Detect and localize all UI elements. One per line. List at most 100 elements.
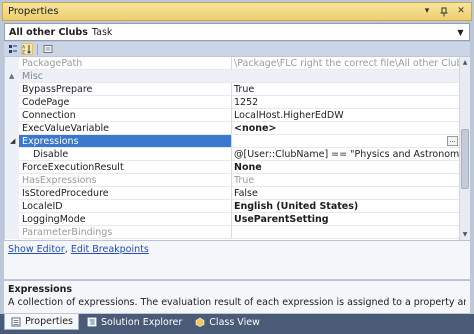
property-value-text: English (United States)	[234, 201, 359, 212]
property-name[interactable]: ForceExecutionResult	[19, 161, 232, 174]
row-gutter	[5, 213, 19, 226]
scroll-up-icon[interactable]: ▲	[460, 57, 470, 68]
solution-explorer-icon	[86, 317, 97, 328]
property-row[interactable]: HasExpressions True	[5, 174, 460, 187]
property-grid: PackagePath \Package\FLC right the correc…	[4, 57, 470, 240]
property-name[interactable]: BypassPrepare	[19, 83, 232, 96]
tool-window-tabs: Properties Solution Explorer Class View	[0, 314, 474, 334]
property-value-text: \Package\FLC right the correct file\All …	[234, 58, 460, 69]
collapse-category-icon[interactable]: ▲	[9, 72, 14, 80]
show-editor-link[interactable]: Show Editor	[8, 244, 65, 255]
tab-properties[interactable]: Properties	[4, 314, 80, 330]
property-row[interactable]: IsStoredProcedure False	[5, 187, 460, 200]
scroll-down-icon[interactable]: ▼	[460, 229, 470, 240]
property-name[interactable]: ParameterBindings	[19, 226, 232, 239]
row-gutter	[5, 200, 19, 213]
row-gutter	[5, 109, 19, 122]
property-name[interactable]: CodePage	[19, 96, 232, 109]
property-row[interactable]: Disable @[User::ClubName] == "Physics and…	[5, 148, 460, 161]
ellipsis-button[interactable]: ...	[447, 136, 458, 146]
close-icon[interactable]: ✕	[454, 5, 468, 19]
class-view-icon	[194, 317, 205, 328]
row-gutter	[5, 174, 19, 187]
tab-label: Class View	[209, 316, 260, 328]
property-pages-icon[interactable]	[42, 43, 54, 55]
description-text: A collection of expressions. The evaluat…	[8, 297, 466, 308]
properties-toolbar: AZ	[4, 42, 470, 56]
commands-separator: ,	[64, 244, 68, 255]
row-gutter	[5, 161, 19, 174]
property-value[interactable]: <none>	[232, 122, 460, 135]
property-name[interactable]: ExecValueVariable	[19, 122, 232, 135]
property-value-text: None	[234, 162, 262, 173]
tab-class-view[interactable]: Class View	[189, 314, 265, 330]
property-value[interactable]: None	[232, 161, 460, 174]
property-name[interactable]: Disable	[19, 148, 232, 161]
property-row[interactable]: ParameterBindings	[5, 226, 460, 239]
row-gutter	[5, 187, 19, 200]
property-value[interactable]: English (United States)	[232, 200, 460, 213]
chevron-down-icon[interactable]: ▼	[455, 26, 466, 38]
row-gutter	[5, 226, 19, 239]
tab-solution-explorer[interactable]: Solution Explorer	[81, 314, 187, 330]
commands-pane: Show Editor, Edit Breakpoints	[4, 240, 470, 279]
property-value-text: 1252	[234, 97, 259, 108]
categorized-icon[interactable]	[7, 43, 19, 55]
property-category-row[interactable]: ▲ Misc	[5, 70, 460, 83]
property-value[interactable]: LocalHost.HigherEdDW	[232, 109, 460, 122]
property-value[interactable]: True	[232, 83, 460, 96]
property-name[interactable]: LocaleID	[19, 200, 232, 213]
object-selector[interactable]: All other Clubs Task ▼	[4, 23, 470, 41]
property-value[interactable]: UseParentSetting	[232, 213, 460, 226]
alphabetical-icon[interactable]: AZ	[21, 43, 33, 55]
property-name[interactable]: HasExpressions	[19, 174, 232, 187]
property-name[interactable]: Connection	[19, 109, 232, 122]
property-row[interactable]: ◢ Expressions...	[5, 135, 460, 148]
property-name[interactable]: LoggingMode	[19, 213, 232, 226]
property-value[interactable]	[232, 226, 460, 239]
property-value[interactable]: 1252	[232, 96, 460, 109]
property-value-text: @[User::ClubName] == "Physics and Astron…	[234, 149, 460, 160]
property-row[interactable]: ForceExecutionResult None	[5, 161, 460, 174]
category-label: Misc	[19, 70, 232, 83]
edit-breakpoints-link[interactable]: Edit Breakpoints	[71, 244, 149, 255]
row-gutter	[5, 83, 19, 96]
property-row[interactable]: ExecValueVariable <none>	[5, 122, 460, 135]
property-value-text: True	[234, 84, 255, 95]
tab-label: Properties	[25, 316, 74, 327]
property-value-text: True	[234, 175, 255, 186]
property-name[interactable]: IsStoredProcedure	[19, 187, 232, 200]
properties-window: Properties ▾ ✕ All other Clubs Task ▼ AZ…	[0, 0, 474, 334]
properties-icon	[10, 316, 21, 327]
property-row[interactable]: LoggingMode UseParentSetting	[5, 213, 460, 226]
toolbar-separator	[37, 43, 38, 55]
description-pane: Expressions A collection of expressions.…	[4, 280, 470, 313]
property-row[interactable]: CodePage 1252	[5, 96, 460, 109]
property-value-text: LocalHost.HigherEdDW	[234, 110, 344, 121]
row-gutter	[5, 96, 19, 109]
title-bar[interactable]: Properties ▾ ✕	[2, 2, 472, 21]
row-gutter	[5, 57, 19, 70]
expand-toggle-icon[interactable]: ◢	[10, 137, 15, 145]
property-row[interactable]: PackagePath \Package\FLC right the correc…	[5, 57, 460, 70]
property-name[interactable]: Expressions	[19, 135, 232, 148]
vertical-scrollbar[interactable]: ▲ ▼	[459, 57, 470, 240]
row-gutter	[5, 122, 19, 135]
category-fill	[232, 70, 460, 83]
property-value[interactable]: \Package\FLC right the correct file\All …	[232, 57, 460, 70]
property-value[interactable]: @[User::ClubName] == "Physics and Astron…	[232, 148, 460, 161]
description-title: Expressions	[8, 284, 73, 295]
property-row[interactable]: Connection LocalHost.HigherEdDW	[5, 109, 460, 122]
property-row[interactable]: BypassPrepare True	[5, 83, 460, 96]
property-value[interactable]: ...	[232, 135, 460, 148]
property-row[interactable]: LocaleID English (United States)	[5, 200, 460, 213]
selected-object-name: All other Clubs	[9, 26, 88, 38]
dropdown-icon[interactable]: ▾	[420, 5, 434, 19]
pin-icon[interactable]	[437, 5, 451, 19]
scrollbar-thumb[interactable]	[461, 129, 469, 189]
property-value-text: UseParentSetting	[234, 214, 329, 225]
property-value[interactable]: False	[232, 187, 460, 200]
row-gutter: ▲	[5, 70, 19, 83]
property-name[interactable]: PackagePath	[19, 57, 232, 70]
property-value[interactable]: True	[232, 174, 460, 187]
